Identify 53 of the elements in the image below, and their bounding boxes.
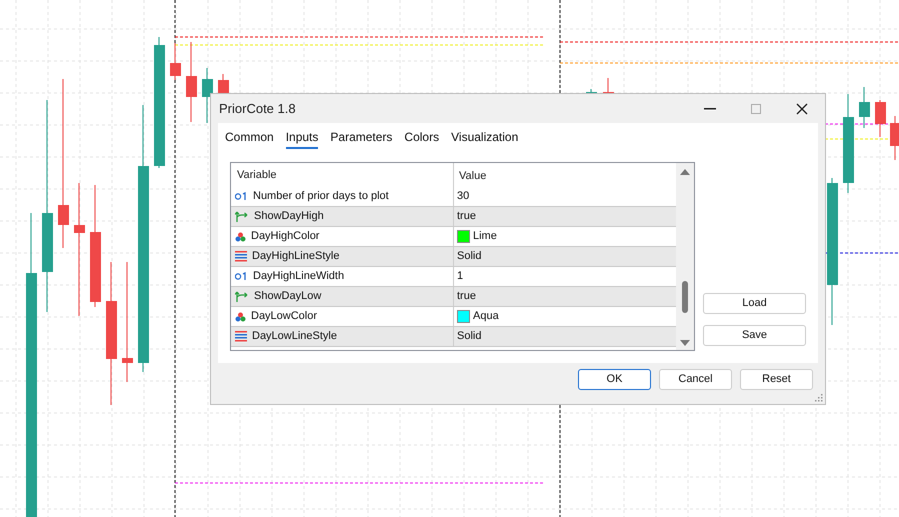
side-button[interactable]: Load	[703, 293, 806, 314]
candlestick	[603, 78, 614, 94]
scrollbar[interactable]	[676, 163, 694, 350]
value-cell[interactable]: 1	[457, 268, 464, 285]
line-style-icon	[235, 251, 247, 262]
variable-name: DayHighLineWidth	[253, 269, 344, 284]
scroll-down-icon[interactable]	[680, 340, 690, 346]
tab[interactable]: Colors	[404, 127, 440, 149]
candlestick	[170, 42, 181, 80]
variable-name: Number of prior days to plot	[253, 189, 389, 204]
value-cell[interactable]: Aqua	[473, 308, 499, 325]
dialog-button[interactable]: OK	[578, 369, 651, 390]
scroll-up-icon[interactable]	[680, 169, 690, 175]
maximize-icon	[751, 104, 761, 114]
branch-arrow-icon	[235, 210, 249, 223]
integer-icon	[235, 192, 248, 201]
candlestick	[586, 88, 597, 94]
variable-name: ShowDayHigh	[254, 209, 324, 224]
candlestick	[218, 74, 229, 94]
tab[interactable]: Parameters	[330, 127, 392, 149]
color-circles-icon	[235, 232, 246, 242]
dialog-button[interactable]: Cancel	[659, 369, 732, 390]
value-cell[interactable]: Lime	[473, 228, 497, 245]
side-button[interactable]: Save	[703, 325, 806, 346]
value-cell[interactable]: Solid	[457, 328, 482, 345]
candlestick	[875, 100, 886, 138]
candlestick	[890, 116, 899, 160]
column-header[interactable]: Variable	[237, 166, 277, 184]
value-cell[interactable]: true	[457, 208, 476, 225]
variable-name: DayLowLineStyle	[252, 329, 337, 344]
variable-name: DayHighColor	[251, 229, 320, 244]
scrollbar-thumb[interactable]	[682, 281, 688, 313]
tab[interactable]: Inputs	[286, 127, 318, 149]
close-icon	[796, 102, 808, 114]
candlestick	[859, 86, 870, 128]
value-cell[interactable]: true	[457, 288, 476, 305]
value-cell[interactable]: 30	[457, 188, 470, 205]
branch-arrow-icon	[235, 290, 249, 303]
variable-name: DayHighLineStyle	[252, 249, 340, 264]
resize-grip-icon[interactable]	[815, 394, 823, 402]
tab[interactable]: Common	[225, 127, 274, 149]
candlestick	[202, 68, 213, 124]
integer-icon	[235, 272, 248, 281]
column-header[interactable]: Value	[459, 170, 486, 182]
value-cell[interactable]: Solid	[457, 248, 482, 265]
color-circles-icon	[235, 312, 246, 322]
line-style-icon	[235, 331, 247, 342]
window-title: PriorCote 1.8	[219, 100, 297, 118]
variable-name: DayLowColor	[251, 309, 318, 324]
minimize-icon	[704, 108, 716, 110]
variable-name: ShowDayLow	[254, 289, 322, 304]
dialog-button[interactable]: Reset	[740, 369, 813, 390]
tab[interactable]: Visualization	[451, 127, 518, 149]
